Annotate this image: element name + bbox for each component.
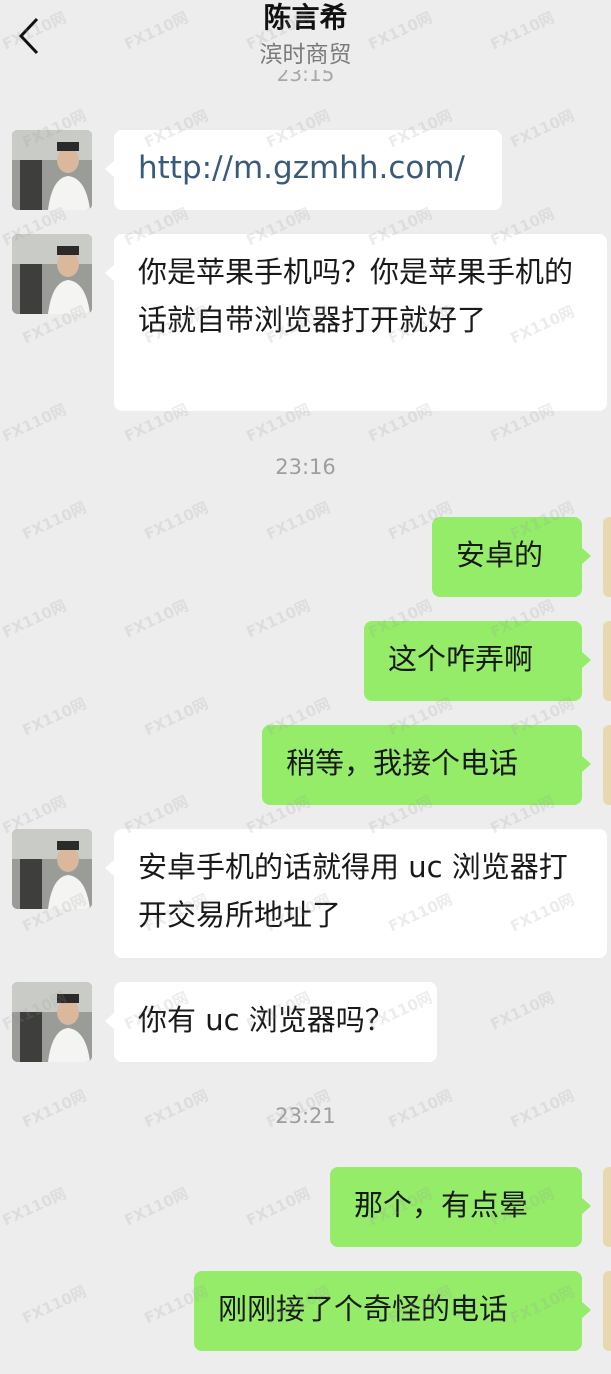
avatar-photo	[12, 234, 92, 314]
message-text: 你是苹果手机吗？你是苹果手机的话就自带浏览器打开就好了	[138, 255, 574, 337]
watermark-text: FX110网	[121, 1184, 191, 1230]
avatar[interactable]	[12, 829, 92, 909]
message-bubble-incoming[interactable]: 你是苹果手机吗？你是苹果手机的话就自带浏览器打开就好了	[105, 234, 607, 411]
message-bubble-outgoing[interactable]: 那个，有点晕	[330, 1167, 591, 1247]
avatar[interactable]	[12, 234, 92, 314]
self-avatar[interactable]	[603, 725, 611, 805]
message-bubble-incoming[interactable]: http://m.gzmhh.com/	[105, 130, 502, 210]
message-text: 稍等，我接个电话	[286, 746, 519, 780]
timestamp: 23:21	[275, 1104, 336, 1128]
watermark-text: FX110网	[19, 498, 89, 544]
timestamp-partial: 23:15	[276, 70, 335, 86]
watermark-text: FX110网	[507, 106, 577, 152]
message-link[interactable]: http://m.gzmhh.com/	[138, 150, 465, 186]
contact-subtitle: 滨时商贸	[259, 42, 352, 68]
watermark-text: FX110网	[19, 694, 89, 740]
avatar-photo	[12, 130, 92, 210]
watermark-text: FX110网	[141, 498, 211, 544]
message-text: 刚刚接了个奇怪的电话	[218, 1292, 509, 1326]
watermark-text: FX110网	[121, 596, 191, 642]
message-bubble-outgoing[interactable]: 刚刚接了个奇怪的电话	[194, 1271, 591, 1351]
message-text: 这个咋弄啊	[388, 642, 534, 676]
message-text: 那个，有点晕	[354, 1188, 529, 1222]
watermark-text: FX110网	[141, 694, 211, 740]
timestamp: 23:16	[275, 455, 336, 479]
message-bubble-outgoing[interactable]: 这个咋弄啊	[364, 621, 591, 701]
message-text: 安卓手机的话就得用 uc 浏览器打开交易所地址了	[138, 850, 568, 932]
message-bubble-incoming[interactable]: 安卓手机的话就得用 uc 浏览器打开交易所地址了	[105, 829, 607, 958]
watermark-text: FX110网	[243, 1184, 313, 1230]
self-avatar[interactable]	[603, 621, 611, 701]
watermark-text: FX110网	[243, 596, 313, 642]
message-bubble-incoming[interactable]: 你有 uc 浏览器吗？	[105, 982, 437, 1062]
message-text: 你有 uc 浏览器吗？	[138, 1003, 394, 1037]
message-bubble-outgoing[interactable]: 安卓的	[432, 517, 591, 597]
watermark-text: FX110网	[487, 988, 557, 1034]
avatar-photo	[12, 829, 92, 909]
message-bubble-outgoing[interactable]: 稍等，我接个电话	[262, 725, 591, 805]
contact-name: 陈言希	[263, 1, 348, 34]
watermark-text: FX110网	[19, 1282, 89, 1328]
self-avatar[interactable]	[603, 517, 611, 597]
self-avatar[interactable]	[603, 1167, 611, 1247]
watermark-text: FX110网	[0, 596, 69, 642]
avatar[interactable]	[12, 130, 92, 210]
message-text: 安卓的	[456, 538, 544, 572]
watermark-text: FX110网	[263, 498, 333, 544]
avatar-photo	[12, 982, 92, 1062]
watermark-text: FX110网	[0, 1184, 69, 1230]
watermark-text: FX110网	[0, 400, 69, 446]
self-avatar[interactable]	[603, 1271, 611, 1351]
avatar[interactable]	[12, 982, 92, 1062]
